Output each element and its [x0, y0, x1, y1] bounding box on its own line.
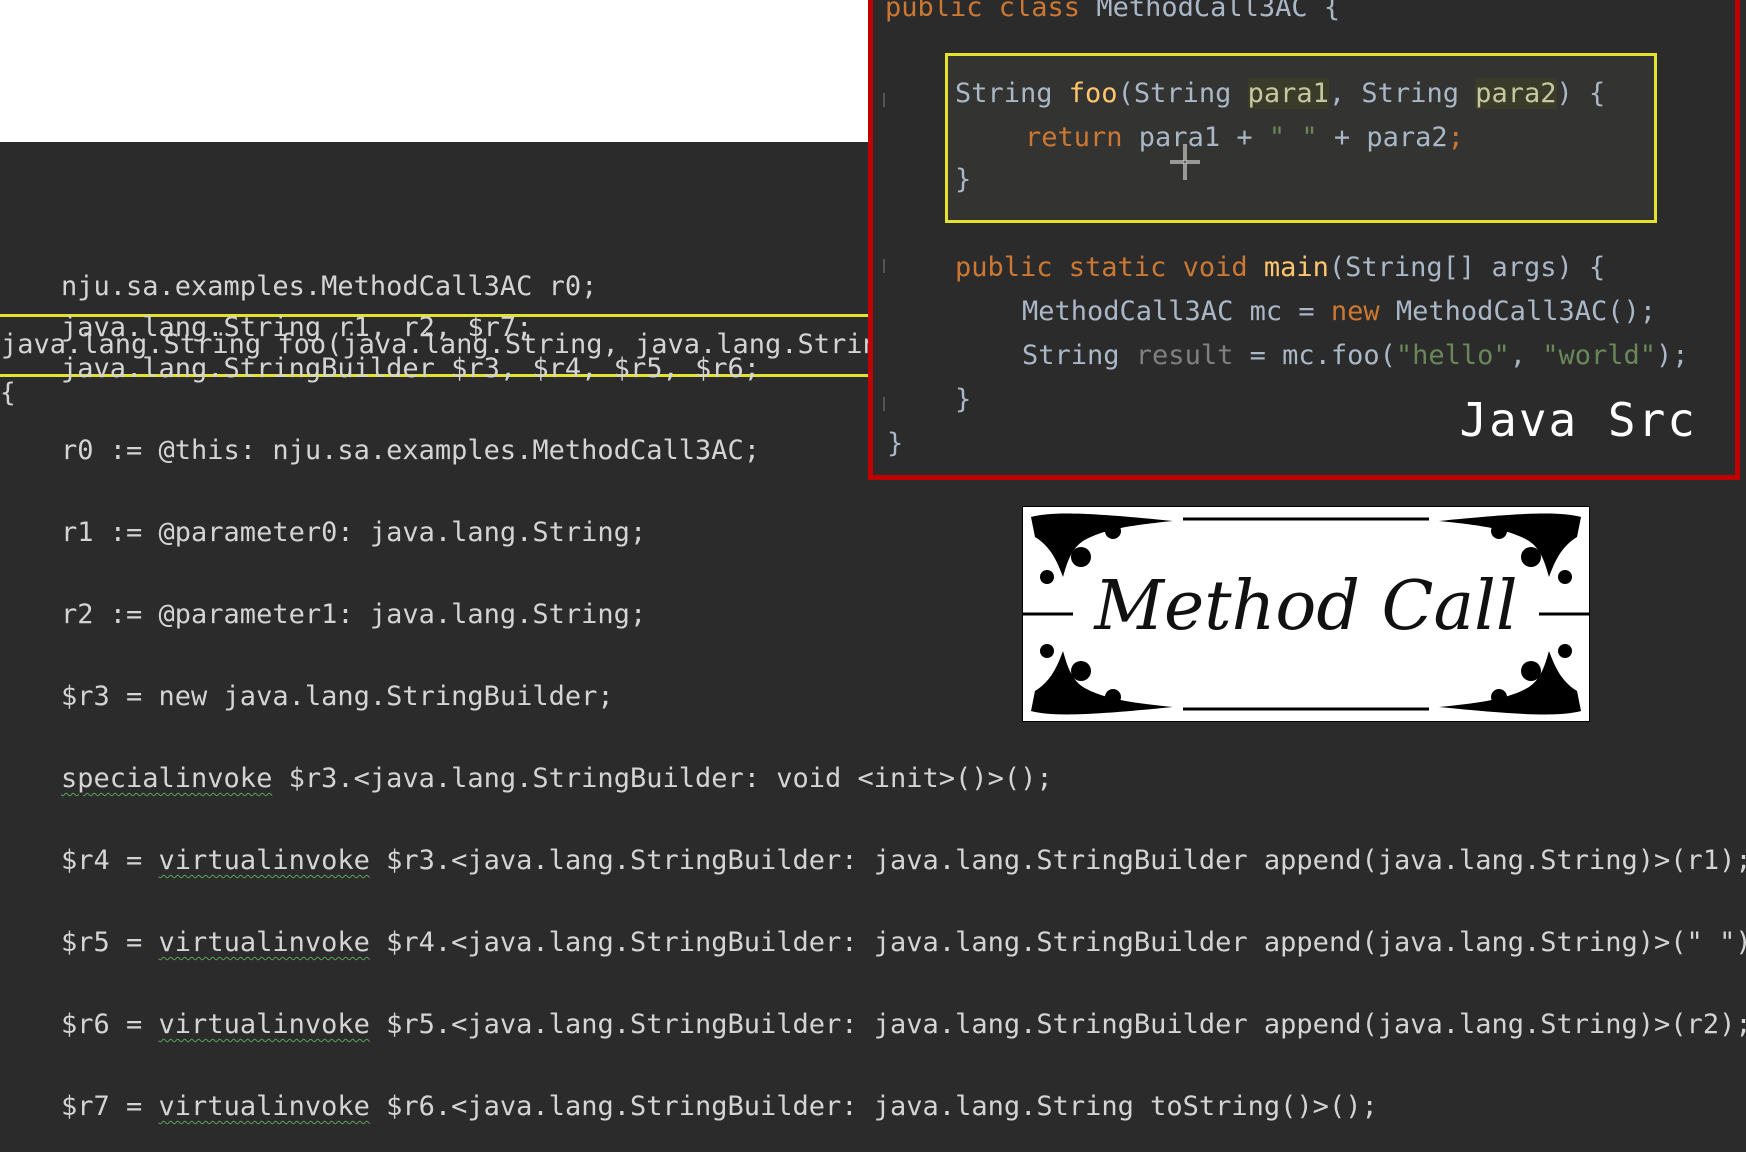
foo-signature: String foo(String para1, String para2) {	[955, 78, 1606, 109]
ir-line: $r3 = new java.lang.StringBuilder;	[61, 681, 614, 712]
foo-end-brace: }	[955, 164, 972, 195]
class-declaration: public class MethodCall3AC {	[885, 0, 1341, 23]
ir-invoke-line: $r6 = virtualinvoke $r5.<java.lang.Strin…	[61, 1009, 1746, 1040]
move-cursor-icon	[1170, 144, 1200, 180]
method-call-banner: Method Call	[1022, 506, 1590, 722]
open-brace: {	[0, 378, 16, 408]
banner-title: Method Call	[1094, 567, 1518, 646]
invoke-keyword: specialinvoke	[61, 763, 273, 794]
main-end-brace: }	[955, 384, 972, 415]
ir-line: java.lang.StringBuilder $r3, $r4, $r5, $…	[61, 353, 760, 384]
ir-invoke-line: specialinvoke $r3.<java.lang.StringBuild…	[61, 763, 1053, 794]
class-end-brace: }	[887, 428, 904, 459]
java-source-panel: public class MethodCall3AC { String foo(…	[868, 0, 1740, 480]
ir-line: java.lang.String r1, r2, $r7;	[61, 312, 533, 343]
invoke-keyword: virtualinvoke	[158, 845, 370, 876]
invoke-keyword: virtualinvoke	[158, 1009, 370, 1040]
main-line-2: String result = mc.foo("hello", "world")…	[1022, 340, 1689, 371]
gutter-fold-marker	[883, 259, 885, 273]
invoke-keyword: virtualinvoke	[158, 927, 370, 958]
gutter-fold-marker	[883, 93, 885, 107]
ir-invoke-line: $r5 = virtualinvoke $r4.<java.lang.Strin…	[61, 927, 1746, 958]
ir-line: r0 := @this: nju.sa.examples.MethodCall3…	[61, 435, 760, 466]
main-signature: public static void main(String[] args) {	[955, 252, 1606, 283]
ir-line: r1 := @parameter0: java.lang.String;	[61, 517, 647, 548]
ir-invoke-line: $r7 = virtualinvoke $r6.<java.lang.Strin…	[61, 1091, 1378, 1122]
ir-line: nju.sa.examples.MethodCall3AC r0;	[61, 271, 598, 302]
white-area	[0, 0, 870, 142]
ir-line: r2 := @parameter1: java.lang.String;	[61, 599, 647, 630]
foo-return-line: return para1 + " " + para2;	[1025, 122, 1464, 153]
gutter-fold-marker	[883, 397, 885, 411]
ir-invoke-line: $r4 = virtualinvoke $r3.<java.lang.Strin…	[61, 845, 1746, 876]
invoke-keyword: virtualinvoke	[158, 1091, 370, 1122]
main-line-1: MethodCall3AC mc = new MethodCall3AC();	[1022, 296, 1656, 327]
java-src-label: Java Src	[1459, 393, 1697, 447]
